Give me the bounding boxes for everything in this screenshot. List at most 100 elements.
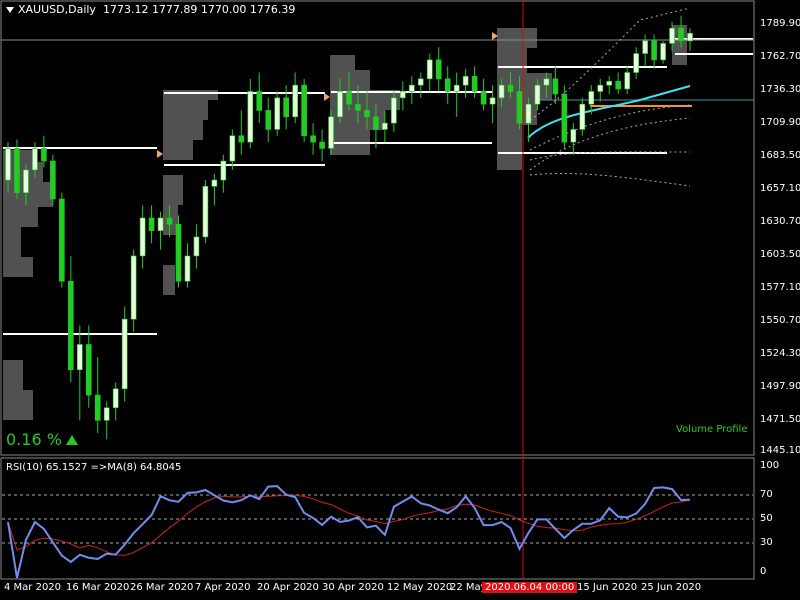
- envelope-bands: [529, 7, 691, 187]
- price-tick: 1709.90: [760, 117, 800, 128]
- price-chart[interactable]: [0, 0, 800, 600]
- candle-body: [139, 217, 146, 257]
- price-tick: 1630.70: [760, 216, 800, 227]
- candle-body: [202, 186, 209, 238]
- candle-body: [59, 198, 65, 282]
- candle-body: [5, 148, 11, 181]
- time-tick: 25 Jun 2020: [641, 582, 702, 593]
- candle-body: [373, 116, 379, 130]
- price-tick: 1577.10: [760, 282, 800, 293]
- candle-body: [435, 59, 442, 80]
- candle-body: [184, 255, 191, 282]
- candle-body: [283, 97, 289, 118]
- price-tick: 1445.10: [760, 445, 800, 456]
- candle-body: [157, 217, 164, 231]
- candle-body: [319, 141, 325, 149]
- candle-body: [570, 129, 577, 143]
- candle-body: [112, 388, 119, 409]
- candle-body: [166, 217, 173, 225]
- candle-body: [32, 148, 38, 171]
- candle-body: [471, 76, 478, 92]
- candle-body: [23, 169, 29, 193]
- candle-body: [507, 84, 514, 92]
- change-percent-value: 0.16 %: [6, 430, 62, 449]
- volume-profiles: [3, 25, 687, 420]
- candle-body: [669, 27, 675, 44]
- symbol-header[interactable]: XAUUSD,Daily 1773.12 1777.89 1770.00 177…: [6, 4, 295, 16]
- price-tick: 1524.30: [760, 348, 800, 359]
- price-tick: 1657.10: [760, 183, 800, 194]
- candle-body: [525, 103, 532, 124]
- candle-body: [480, 91, 487, 105]
- price-tick: 1471.50: [760, 414, 800, 425]
- candle-body: [355, 103, 361, 111]
- candle-body: [606, 81, 613, 86]
- candle-body: [310, 135, 316, 143]
- price-tick: 1603.50: [760, 249, 800, 260]
- ohlc-values: 1773.12 1777.89 1770.00 1776.39: [102, 3, 296, 16]
- rsi-levels: [2, 494, 753, 544]
- rsi-tick: 100: [760, 460, 780, 471]
- time-tick: 15 Jun 2020: [577, 582, 638, 593]
- candle-body: [364, 110, 370, 118]
- candle-body: [175, 224, 182, 282]
- level-lines: [3, 38, 753, 335]
- candle-body: [400, 91, 406, 99]
- candle-body: [76, 344, 83, 371]
- candle-body: [41, 148, 47, 162]
- price-tick: 1789.90: [760, 18, 800, 29]
- time-tick: 20 Apr 2020: [257, 582, 319, 593]
- candle-body: [462, 76, 469, 86]
- chevron-down-icon[interactable]: [6, 7, 14, 13]
- candle-body: [633, 53, 639, 73]
- candle-body: [265, 110, 272, 130]
- rsi-tick: 0: [760, 566, 767, 577]
- candle-body: [651, 40, 657, 61]
- candle-body: [229, 135, 236, 162]
- candle-body: [292, 84, 298, 118]
- candle-body: [14, 148, 20, 193]
- candle-body: [624, 72, 630, 90]
- volume-profile-label: Volume Profile: [676, 424, 748, 435]
- time-tick: 7 Apr 2020: [195, 582, 251, 593]
- candle-body: [211, 179, 218, 187]
- time-tick: 30 Apr 2020: [322, 582, 384, 593]
- change-percent: 0.16 %: [6, 432, 78, 448]
- candle-body: [453, 84, 460, 92]
- candle-body: [121, 318, 128, 390]
- rsi-tick: 70: [760, 489, 773, 500]
- crosshair-time-label: 2020.06.04 00:00: [482, 582, 578, 593]
- candle-body: [148, 217, 155, 231]
- candle-body: [94, 394, 101, 421]
- candle-body: [615, 81, 622, 90]
- price-tick: 1736.30: [760, 84, 800, 95]
- candle-body: [678, 27, 684, 42]
- candle-body: [130, 255, 137, 320]
- rsi-tick: 50: [760, 513, 773, 524]
- candle-body: [68, 280, 74, 371]
- candle-body: [498, 84, 505, 99]
- candle-body: [409, 84, 415, 92]
- candle-body: [337, 91, 343, 118]
- rsi-label: RSI(10) 65.1527 =>MA(8) 64.8045: [6, 462, 182, 473]
- candle-body: [382, 122, 388, 130]
- candle-body: [642, 40, 648, 54]
- rsi-pane-frame: [0, 457, 755, 580]
- price-tick: 1550.70: [760, 315, 800, 326]
- main-pane-frame: [0, 0, 755, 456]
- candle-body: [543, 78, 550, 86]
- time-tick: 16 Mar 2020: [66, 582, 130, 593]
- candle-body: [597, 84, 604, 92]
- time-tick: 4 Mar 2020: [4, 582, 62, 593]
- candle-body: [274, 97, 281, 130]
- candle-body: [220, 160, 227, 181]
- candle-body: [50, 160, 56, 200]
- candle-body: [552, 78, 559, 95]
- candle-body: [346, 91, 352, 105]
- symbol-name: XAUUSD,Daily: [18, 3, 96, 16]
- candle-body: [238, 135, 245, 143]
- candle-body: [561, 93, 568, 143]
- candle-body: [426, 59, 433, 80]
- rsi-line: [7, 485, 691, 579]
- candle-body: [103, 407, 110, 421]
